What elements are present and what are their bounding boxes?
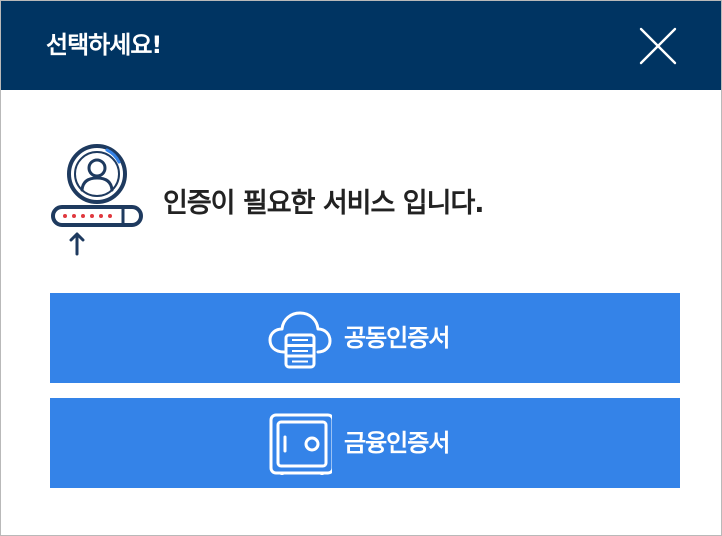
financial-certificate-label: 금융인증서 bbox=[344, 429, 450, 457]
cloud-database-icon bbox=[268, 311, 332, 369]
joint-certificate-label: 공동인증서 bbox=[344, 324, 450, 352]
auth-required-notice: 인증이 필요한 서비스 입니다. bbox=[49, 144, 689, 256]
user-password-auth-icon bbox=[51, 144, 143, 256]
close-button[interactable] bbox=[638, 26, 678, 66]
safe-icon bbox=[269, 413, 332, 475]
dialog-title: 선택하세요! bbox=[46, 31, 162, 59]
close-icon bbox=[639, 27, 677, 65]
dialog-header: 선택하세요! bbox=[1, 1, 721, 90]
joint-certificate-button[interactable]: 공동인증서 bbox=[50, 293, 680, 383]
auth-required-message: 인증이 필요한 서비스 입니다. bbox=[163, 188, 485, 219]
certificate-select-dialog: 선택하세요! 인증이 필요한 서비스 입니다. 공동인증서 금융인증서 bbox=[0, 0, 722, 536]
financial-certificate-button[interactable]: 금융인증서 bbox=[50, 398, 680, 488]
